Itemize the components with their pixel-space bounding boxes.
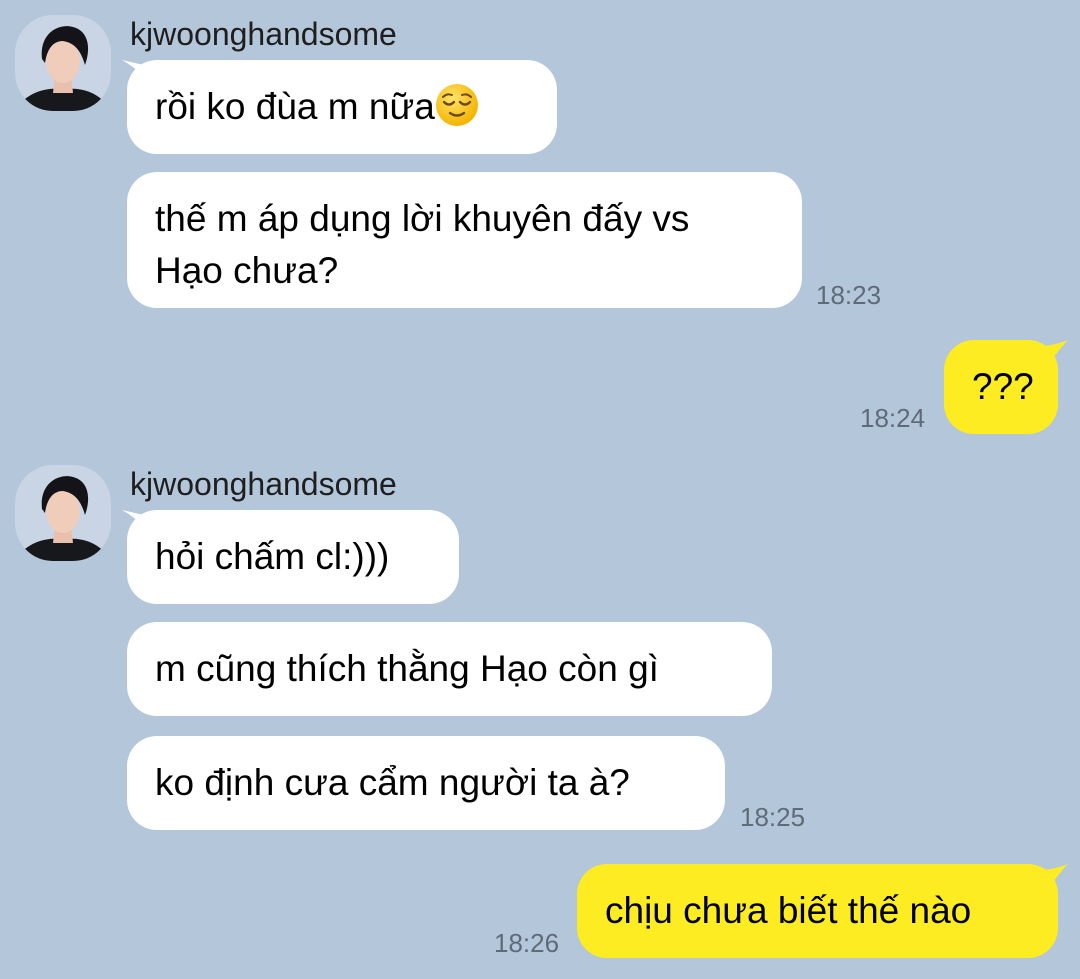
message-text: ko định cưa cẩm người ta à? [155,762,630,803]
message-text: chịu chưa biết thế nào [605,890,972,931]
relieved-face-icon [435,84,478,126]
timestamp: 18:23 [816,280,882,310]
message-bubble[interactable]: thế m áp dụng lời khuyên đấy vs Hạo chưa… [127,172,802,308]
avatar[interactable] [15,465,111,561]
message-bubble[interactable]: chịu chưa biết thế nào [577,864,1058,958]
message-text: m cũng thích thằng Hạo còn gì [155,648,659,689]
message-bubble[interactable]: hỏi chấm cl:))) [127,510,459,604]
message-text: rồi ko đùa m nữa [155,86,435,127]
message-text-line: Hạo chưa? [155,250,339,291]
message-text: hỏi chấm cl:))) [155,536,390,577]
timestamp: 18:25 [740,802,806,832]
sender-name: kjwoonghandsome [130,16,397,52]
message-bubble[interactable]: m cũng thích thằng Hạo còn gì [127,622,772,716]
message-bubble[interactable]: ko định cưa cẩm người ta à? [127,736,725,830]
sender-name: kjwoonghandsome [130,466,397,502]
timestamp: 18:24 [860,403,926,433]
avatar[interactable] [15,15,111,111]
message-text: ??? [972,366,1034,407]
message-text-line: thế m áp dụng lời khuyên đấy vs [155,198,690,239]
bubble-tail [1040,864,1068,898]
timestamp: 18:26 [494,928,560,958]
message-bubble[interactable]: rồi ko đùa m nữa [127,60,557,154]
bubble-tail [1040,340,1068,374]
